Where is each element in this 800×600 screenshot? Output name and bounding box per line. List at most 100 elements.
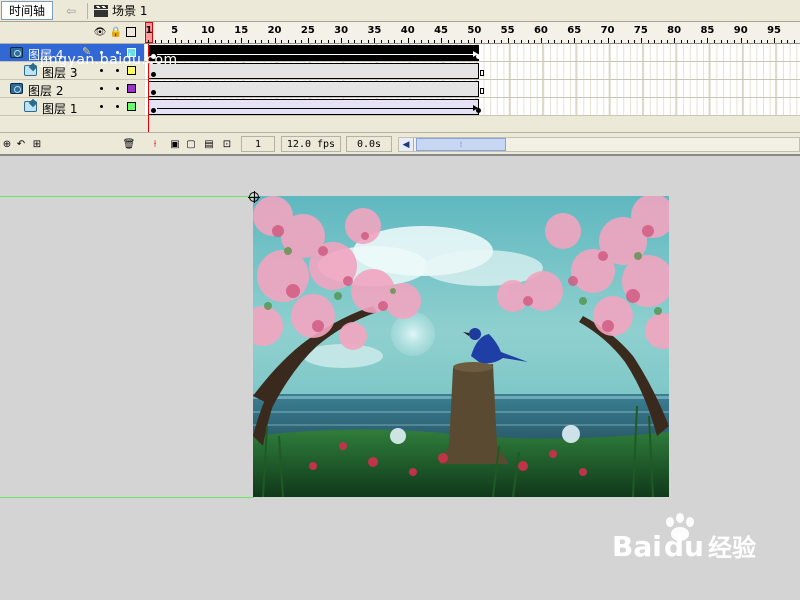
ruler-tick: [640, 38, 642, 43]
visibility-dot[interactable]: [100, 69, 103, 72]
visibility-dot[interactable]: [100, 105, 103, 108]
ruler-tick: [667, 40, 669, 43]
ruler-tick: [500, 40, 502, 43]
ruler-tick: [594, 40, 596, 43]
scroll-left-arrow-icon[interactable]: ◀: [399, 138, 414, 151]
ruler-tick: [214, 40, 216, 43]
frame-ruler[interactable]: 1 5 10 15 20 25 30 35 40 45 50 55 60 65 70 75 80 85 90 95: [144, 22, 800, 44]
ruler-tick: [487, 40, 489, 43]
keyframe[interactable]: [476, 108, 481, 113]
ruler-tick: [734, 40, 736, 43]
show-hide-all-eye-icon[interactable]: 👁: [94, 26, 107, 38]
stage-artwork-image[interactable]: [253, 196, 669, 497]
frame-row[interactable]: [144, 44, 800, 62]
scrollbar-thumb[interactable]: ⁞: [416, 138, 506, 151]
ruler-tick: [367, 40, 369, 43]
ruler-tick: [227, 40, 229, 43]
timeline-panel: 👁 🔒 1 5 10 15 20 25 30 35 40 45 50 55 60 65 70 75 80 85 90…: [0, 22, 800, 154]
ruler-tick-label: 75: [633, 25, 648, 36]
ruler-tick: [780, 40, 782, 43]
ruler-tick: [534, 40, 536, 43]
ruler-tick: [654, 40, 656, 43]
keyframe[interactable]: [151, 108, 156, 113]
ruler-tick: [261, 40, 263, 43]
ruler-tick: [467, 40, 469, 43]
center-frame-icon[interactable]: ⍿: [148, 137, 162, 151]
delete-layer-icon[interactable]: 🗑: [122, 137, 136, 151]
ruler-tick: [321, 40, 323, 43]
layer-name: 图层 1: [42, 102, 78, 116]
outline-color-swatch[interactable]: [127, 84, 136, 93]
keyframe[interactable]: [151, 90, 156, 95]
frame-span[interactable]: [148, 63, 484, 79]
ruler-tick-label: 95: [767, 25, 781, 36]
watermark-url: jingyan.baidu.com: [40, 52, 178, 68]
ruler-tick: [481, 40, 482, 43]
insert-layer-folder-icon[interactable]: ⊞: [30, 137, 44, 151]
insert-layer-icon[interactable]: ⊕: [0, 137, 14, 151]
frame-row[interactable]: [144, 62, 800, 80]
add-motion-guide-icon[interactable]: ↶: [14, 137, 28, 151]
tween-span[interactable]: [148, 45, 481, 61]
lock-all-icon[interactable]: 🔒: [110, 26, 122, 38]
ruler-tick: [381, 40, 383, 43]
ruler-tick: [614, 40, 616, 43]
frame-span[interactable]: [148, 81, 484, 97]
ruler-tick: [301, 40, 303, 43]
modify-onion-markers-icon[interactable]: ⊡: [220, 137, 234, 151]
ruler-tick-label: 50: [467, 25, 482, 36]
frame-grid[interactable]: [144, 44, 800, 116]
end-frame[interactable]: [480, 88, 484, 94]
scene-breadcrumb[interactable]: 场景 1: [94, 1, 147, 20]
ruler-tick: [441, 38, 443, 43]
ruler-tick-label: 60: [533, 25, 548, 36]
lock-dot[interactable]: [116, 87, 119, 90]
timeline-toggle-button[interactable]: 时间轴: [1, 1, 53, 20]
frame-row[interactable]: [144, 98, 800, 116]
outline-all-icon[interactable]: [126, 27, 136, 37]
ruler-tick: [387, 40, 389, 43]
ruler-tick-label: 5: [171, 25, 179, 36]
ruler-tick: [674, 38, 676, 43]
ruler-tick: [627, 40, 629, 43]
ruler-tick: [687, 40, 689, 43]
ruler-tick: [574, 38, 576, 43]
ruler-tick-label: 80: [667, 25, 682, 36]
ruler-tick: [247, 40, 249, 43]
ruler-tick: [354, 40, 356, 43]
keyframe[interactable]: [151, 72, 156, 77]
frame-row[interactable]: [144, 80, 800, 98]
tween-span[interactable]: [148, 99, 481, 115]
ruler-tick: [720, 40, 722, 43]
lock-dot[interactable]: [116, 69, 119, 72]
ruler-tick: [620, 40, 622, 43]
ruler-tick: [167, 40, 169, 43]
timeline-horizontal-scrollbar[interactable]: ◀ ⁞: [398, 137, 800, 152]
ruler-tick: [547, 40, 549, 43]
layer-row[interactable]: 图层 1: [0, 98, 144, 116]
ruler-tick: [187, 40, 189, 43]
ruler-tick-label: 15: [234, 25, 249, 36]
ruler-tick: [567, 40, 569, 43]
ruler-tick: [700, 40, 702, 43]
onion-skin-icon[interactable]: ▣: [168, 137, 182, 151]
ruler-tick: [607, 38, 609, 43]
ruler-tick: [201, 40, 203, 43]
ruler-tick: [221, 40, 223, 43]
ruler-tick-label: 45: [434, 25, 448, 36]
onion-skin-outlines-icon[interactable]: ▢: [184, 137, 198, 151]
layer-row[interactable]: 图层 2: [0, 80, 144, 98]
clapperboard-icon: [94, 4, 108, 17]
ruler-tick: [560, 40, 562, 43]
visibility-dot[interactable]: [100, 87, 103, 90]
edit-multiple-frames-icon[interactable]: ▤: [202, 137, 216, 151]
back-arrow-icon[interactable]: ⇦: [60, 2, 82, 20]
ruler-tick: [334, 40, 336, 43]
ruler-tick: [647, 40, 649, 43]
end-frame[interactable]: [480, 70, 484, 76]
toolbar-divider: [87, 3, 88, 19]
keyframe[interactable]: [476, 54, 481, 59]
lock-dot[interactable]: [116, 105, 119, 108]
frame-rate-display[interactable]: 12.0 fps: [281, 136, 341, 152]
outline-color-swatch[interactable]: [127, 102, 136, 111]
